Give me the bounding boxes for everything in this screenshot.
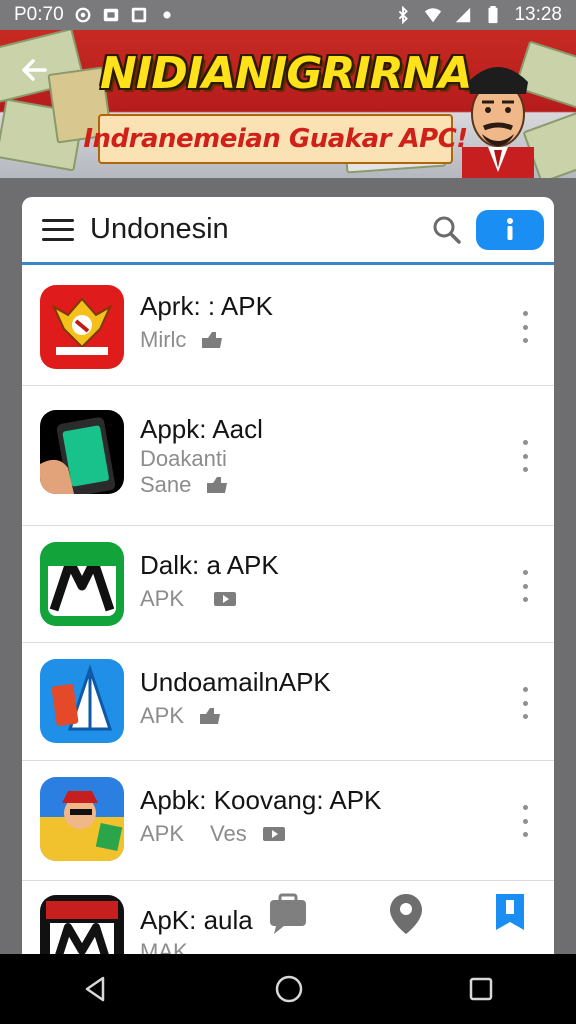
more-vert-icon[interactable] bbox=[520, 687, 530, 719]
rating-badge-icon bbox=[207, 477, 228, 493]
dot-icon bbox=[163, 11, 171, 19]
banner-title: NIDIANIGRIRNA bbox=[100, 48, 472, 99]
download-badge-icon bbox=[262, 827, 285, 841]
app-name: Dalk: a APK bbox=[140, 550, 279, 580]
search-icon bbox=[433, 216, 461, 244]
app-category: APK bbox=[140, 821, 185, 846]
app-icon-aw-dark bbox=[40, 895, 124, 957]
search-button[interactable] bbox=[430, 213, 464, 247]
download-badge-icon bbox=[214, 592, 237, 606]
app-subtitle: APK Ves bbox=[140, 821, 381, 847]
back-button[interactable] bbox=[14, 50, 54, 90]
list-item[interactable]: Apbk: Koovang: APK APK Ves bbox=[22, 761, 554, 881]
app-list: Aprk: : APK Mirlc Appk: Aacl Doakanti Sa… bbox=[22, 265, 554, 957]
rating-badge-icon bbox=[202, 332, 223, 348]
app-name: UndoamailnAPK bbox=[140, 667, 331, 697]
wifi-icon bbox=[425, 8, 442, 23]
bluetooth-icon bbox=[399, 6, 409, 24]
square-recents-icon[interactable] bbox=[467, 975, 495, 1003]
list-item[interactable]: UndoamailnAPK APK bbox=[22, 643, 554, 761]
app-icon-aw bbox=[40, 542, 124, 626]
rating-badge-icon bbox=[200, 708, 221, 724]
more-vert-icon[interactable] bbox=[520, 570, 530, 602]
app-name: Aprk: : APK bbox=[140, 291, 273, 321]
app-subtitle: Mirlc bbox=[140, 327, 273, 353]
chat-bag-icon[interactable] bbox=[266, 892, 310, 936]
signal-icon bbox=[456, 7, 471, 23]
app-version: Ves bbox=[210, 821, 247, 846]
app-name: Apbk: Koovang: APK bbox=[140, 785, 382, 815]
app-icon-sail bbox=[40, 659, 124, 743]
banner-subtitle: Indranemeian Guakar APC! bbox=[83, 114, 468, 164]
app-subtitle: APK bbox=[140, 703, 331, 729]
app-subtitle: APK bbox=[140, 586, 279, 612]
app-category: APK bbox=[140, 703, 185, 728]
system-nav-bar bbox=[0, 954, 576, 1024]
circle-home-icon[interactable] bbox=[273, 973, 305, 1005]
info-icon bbox=[507, 217, 513, 240]
app-name: ApK: aula bbox=[140, 905, 253, 935]
page-title: Undonesin bbox=[90, 213, 229, 245]
app-icon-garuda bbox=[40, 285, 124, 369]
list-item[interactable]: Appk: Aacl Doakanti Sane bbox=[22, 386, 554, 526]
app-notification-icon bbox=[103, 8, 118, 22]
app-icon-character bbox=[40, 777, 124, 861]
status-carrier-text: P0:70 bbox=[14, 4, 64, 25]
more-vert-icon[interactable] bbox=[520, 440, 530, 472]
bookmark-icon[interactable] bbox=[492, 892, 528, 932]
app-list-card: Undonesin Aprk: : APK Mirlc Appk: Aacl D… bbox=[22, 197, 554, 957]
arrow-left-icon bbox=[22, 59, 47, 81]
app-category: APK bbox=[140, 586, 185, 611]
info-button[interactable] bbox=[476, 209, 544, 250]
location-pin-icon[interactable] bbox=[388, 892, 424, 936]
app-icon-phone bbox=[40, 410, 124, 494]
battery-icon bbox=[488, 6, 498, 24]
app-developer: Mirlc bbox=[140, 327, 187, 352]
status-bar: P0:70 13:28 bbox=[0, 0, 576, 30]
more-vert-icon[interactable] bbox=[520, 311, 530, 343]
card-header: Undonesin bbox=[22, 197, 554, 265]
list-item[interactable]: Dalk: a APK APK bbox=[22, 526, 554, 643]
app-category: Sane bbox=[140, 472, 192, 497]
settings-icon bbox=[75, 7, 91, 23]
app-developer: Doakanti bbox=[140, 446, 227, 471]
triangle-back-icon[interactable] bbox=[81, 974, 111, 1004]
app-name: Appk: Aacl bbox=[140, 414, 263, 444]
status-time: 13:28 bbox=[514, 4, 562, 25]
gallery-notification-icon bbox=[131, 7, 146, 23]
promo-banner[interactable]: NIDIANIGRIRNA Indranemeian Guakar APC! bbox=[0, 30, 576, 178]
app-subtitle: Sane bbox=[140, 472, 263, 498]
mascot-illustration bbox=[462, 67, 534, 178]
more-vert-icon[interactable] bbox=[520, 805, 530, 837]
list-item[interactable]: Aprk: : APK Mirlc bbox=[22, 265, 554, 386]
hamburger-icon[interactable] bbox=[42, 218, 74, 241]
